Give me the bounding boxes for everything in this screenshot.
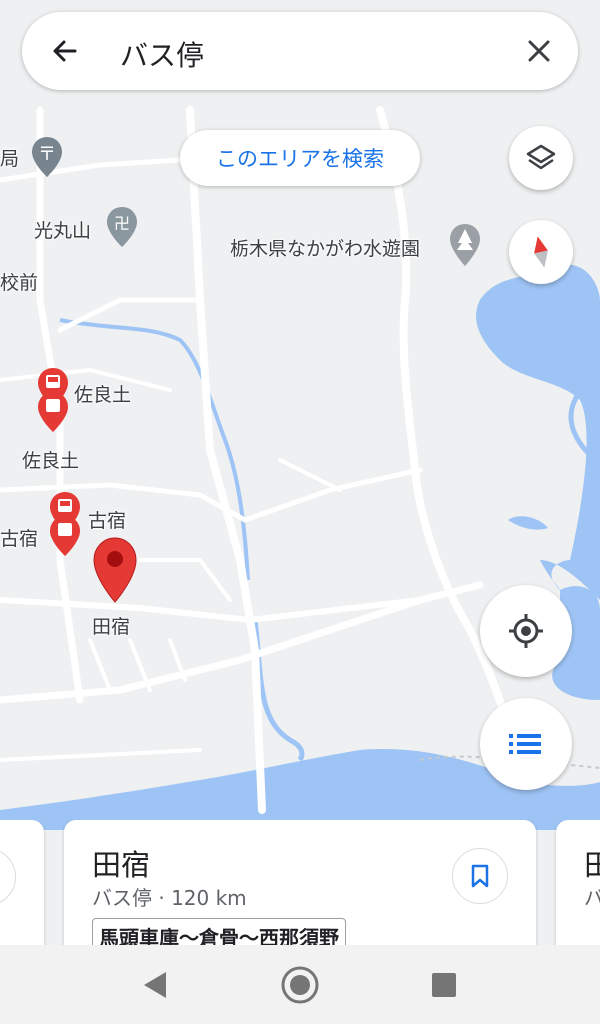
home-nav-icon[interactable]: [280, 965, 320, 1009]
result-card-prev[interactable]: [0, 820, 44, 950]
map-label-park: 栃木県なかがわ水遊園: [230, 238, 421, 260]
result-card-title: 田宿: [92, 848, 151, 882]
result-card-next[interactable]: 田 バ: [556, 820, 600, 950]
map-label-kosei: 光丸山: [34, 220, 92, 242]
list-icon: [509, 734, 541, 754]
my-location-button[interactable]: [480, 585, 572, 677]
map-label-sarado: 佐良土: [22, 450, 80, 472]
list-view-button[interactable]: [480, 698, 572, 790]
map-label-sarado: 佐良土: [74, 384, 132, 406]
map-label-furujuku: 古宿: [0, 528, 39, 550]
bookmark-button[interactable]: [452, 848, 508, 904]
map-label-furujuku: 古宿: [88, 510, 127, 532]
bus-stop-pin[interactable]: [48, 514, 82, 562]
map-label-tajuku: 田宿: [92, 616, 131, 638]
crosshair-icon: [509, 614, 543, 648]
close-icon[interactable]: [518, 30, 560, 72]
svg-text:〒: 〒: [38, 144, 56, 165]
back-arrow-icon[interactable]: [44, 30, 86, 72]
search-query[interactable]: バス停: [120, 34, 204, 74]
layers-icon: [526, 144, 556, 170]
result-card-title: 田: [584, 848, 600, 882]
map-label-kou-mae: 校前: [0, 272, 39, 294]
result-cards[interactable]: 田宿 バス停 · 120 km 馬頭車庫〜倉骨〜西那須野 田 バ: [0, 820, 600, 950]
layers-button[interactable]: [509, 126, 573, 190]
system-nav-bar: [0, 945, 600, 1024]
result-card[interactable]: 田宿 バス停 · 120 km 馬頭車庫〜倉骨〜西那須野: [64, 820, 536, 950]
bookmark-icon: [471, 864, 489, 888]
save-button-prev[interactable]: [0, 848, 16, 906]
park-icon[interactable]: [448, 222, 482, 272]
post-office-icon[interactable]: 〒: [30, 135, 64, 183]
result-card-subtitle: バス停 · 120 km: [92, 886, 247, 910]
selected-location-pin[interactable]: [92, 536, 138, 608]
compass-icon: [534, 236, 548, 268]
recents-nav-icon[interactable]: [430, 971, 458, 1003]
compass-button[interactable]: [509, 220, 573, 284]
temple-icon[interactable]: 卍: [105, 205, 139, 253]
bus-stop-pin[interactable]: [36, 390, 70, 438]
back-nav-icon[interactable]: [140, 969, 170, 1005]
search-this-area-button[interactable]: このエリアを検索: [180, 130, 420, 186]
map-label-kyoku: 局: [0, 148, 20, 170]
result-card-subtitle: バ: [584, 886, 600, 910]
search-bar[interactable]: バス停: [22, 12, 578, 90]
svg-text:卍: 卍: [114, 214, 130, 233]
